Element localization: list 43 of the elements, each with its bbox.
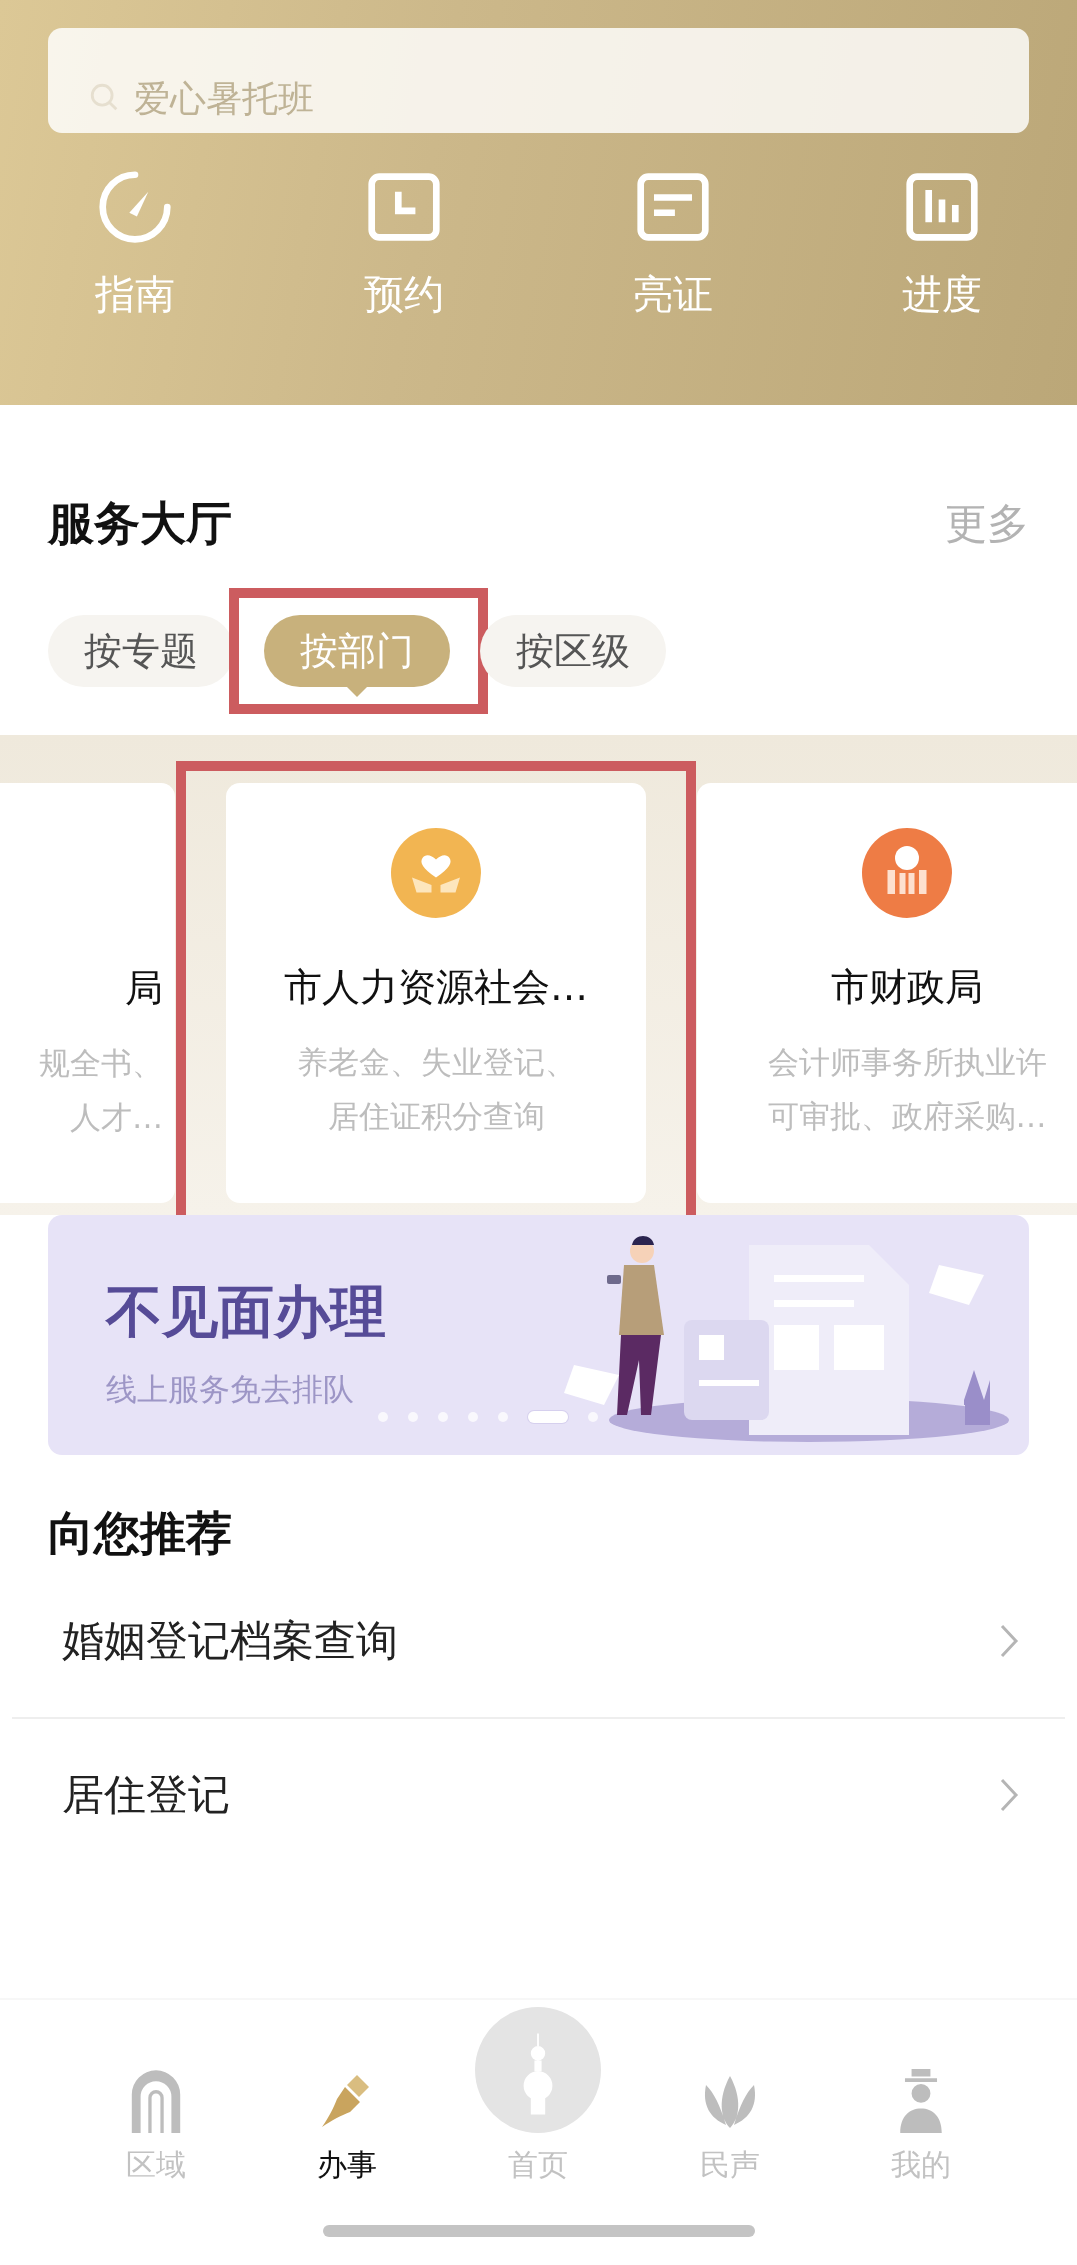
- tab-bar-item[interactable]: 区域: [60, 2000, 252, 2186]
- tab-bar-item[interactable]: 我的: [825, 2000, 1017, 2186]
- gauge-icon: [96, 169, 173, 245]
- more-link[interactable]: 更多: [945, 496, 1029, 552]
- recommendation-item[interactable]: 婚姻登记档案查询: [0, 1565, 1077, 1717]
- section-title: 向您推荐: [48, 1506, 232, 1560]
- quick-action-label: 指南: [94, 270, 175, 319]
- department-card[interactable]: 市人力资源社会… 养老金、失业登记、 居住证积分查询: [226, 783, 646, 1203]
- filter-tab[interactable]: 按区级: [480, 615, 666, 687]
- heart-hands-icon: [391, 828, 481, 918]
- card-title: 市人力资源社会…: [284, 964, 588, 1011]
- card-title: 局: [125, 965, 163, 1012]
- card-description: 养老金、失业登记、: [296, 1043, 576, 1082]
- card-description: 规全书、: [39, 1044, 163, 1083]
- quick-action[interactable]: 预约: [269, 169, 539, 322]
- card-description: 居住证积分查询: [327, 1097, 545, 1136]
- quick-action-label: 预约: [363, 270, 444, 319]
- banner-subtitle: 线上服务免去排队: [106, 1370, 355, 1409]
- search-bar[interactable]: 爱心暑托班: [48, 28, 1029, 133]
- tab-bar-item[interactable]: 民声: [634, 2000, 826, 2186]
- card-description: 可审批、政府采购…: [767, 1097, 1047, 1136]
- tab-bar-item[interactable]: 办事: [251, 2000, 443, 2186]
- tab-pointer-icon: [347, 687, 367, 697]
- coin-bars-icon: [862, 828, 952, 918]
- promo-banner[interactable]: 不见面办理 线上服务免去排队: [48, 1215, 1029, 1455]
- card-description: 会计师事务所执业许: [767, 1043, 1047, 1082]
- search-field[interactable]: 爱心暑托班: [134, 78, 1029, 119]
- recommendation-item[interactable]: 居住登记: [0, 1719, 1077, 1871]
- filter-tab[interactable]: 按部门: [264, 615, 450, 687]
- quick-action[interactable]: 指南: [0, 169, 270, 322]
- chevron-right-icon: [999, 1777, 1019, 1813]
- chevron-right-icon: [999, 1623, 1019, 1659]
- card-title: 市财政局: [831, 964, 983, 1011]
- card-description: 人才…: [70, 1098, 163, 1137]
- department-card[interactable]: 局 规全书、 人才…: [0, 783, 175, 1203]
- quick-action-label: 亮证: [633, 270, 714, 319]
- section-title: 服务大厅: [48, 495, 232, 552]
- banner-title: 不见面办理: [106, 1278, 386, 1346]
- quick-action-label: 进度: [902, 270, 983, 319]
- department-card[interactable]: 市财政局 会计师事务所执业许 可审批、政府采购…: [697, 783, 1077, 1203]
- quick-action[interactable]: 亮证: [538, 169, 808, 322]
- quick-action[interactable]: 进度: [807, 169, 1077, 322]
- tab-bar-item[interactable]: 首页: [442, 2000, 635, 2186]
